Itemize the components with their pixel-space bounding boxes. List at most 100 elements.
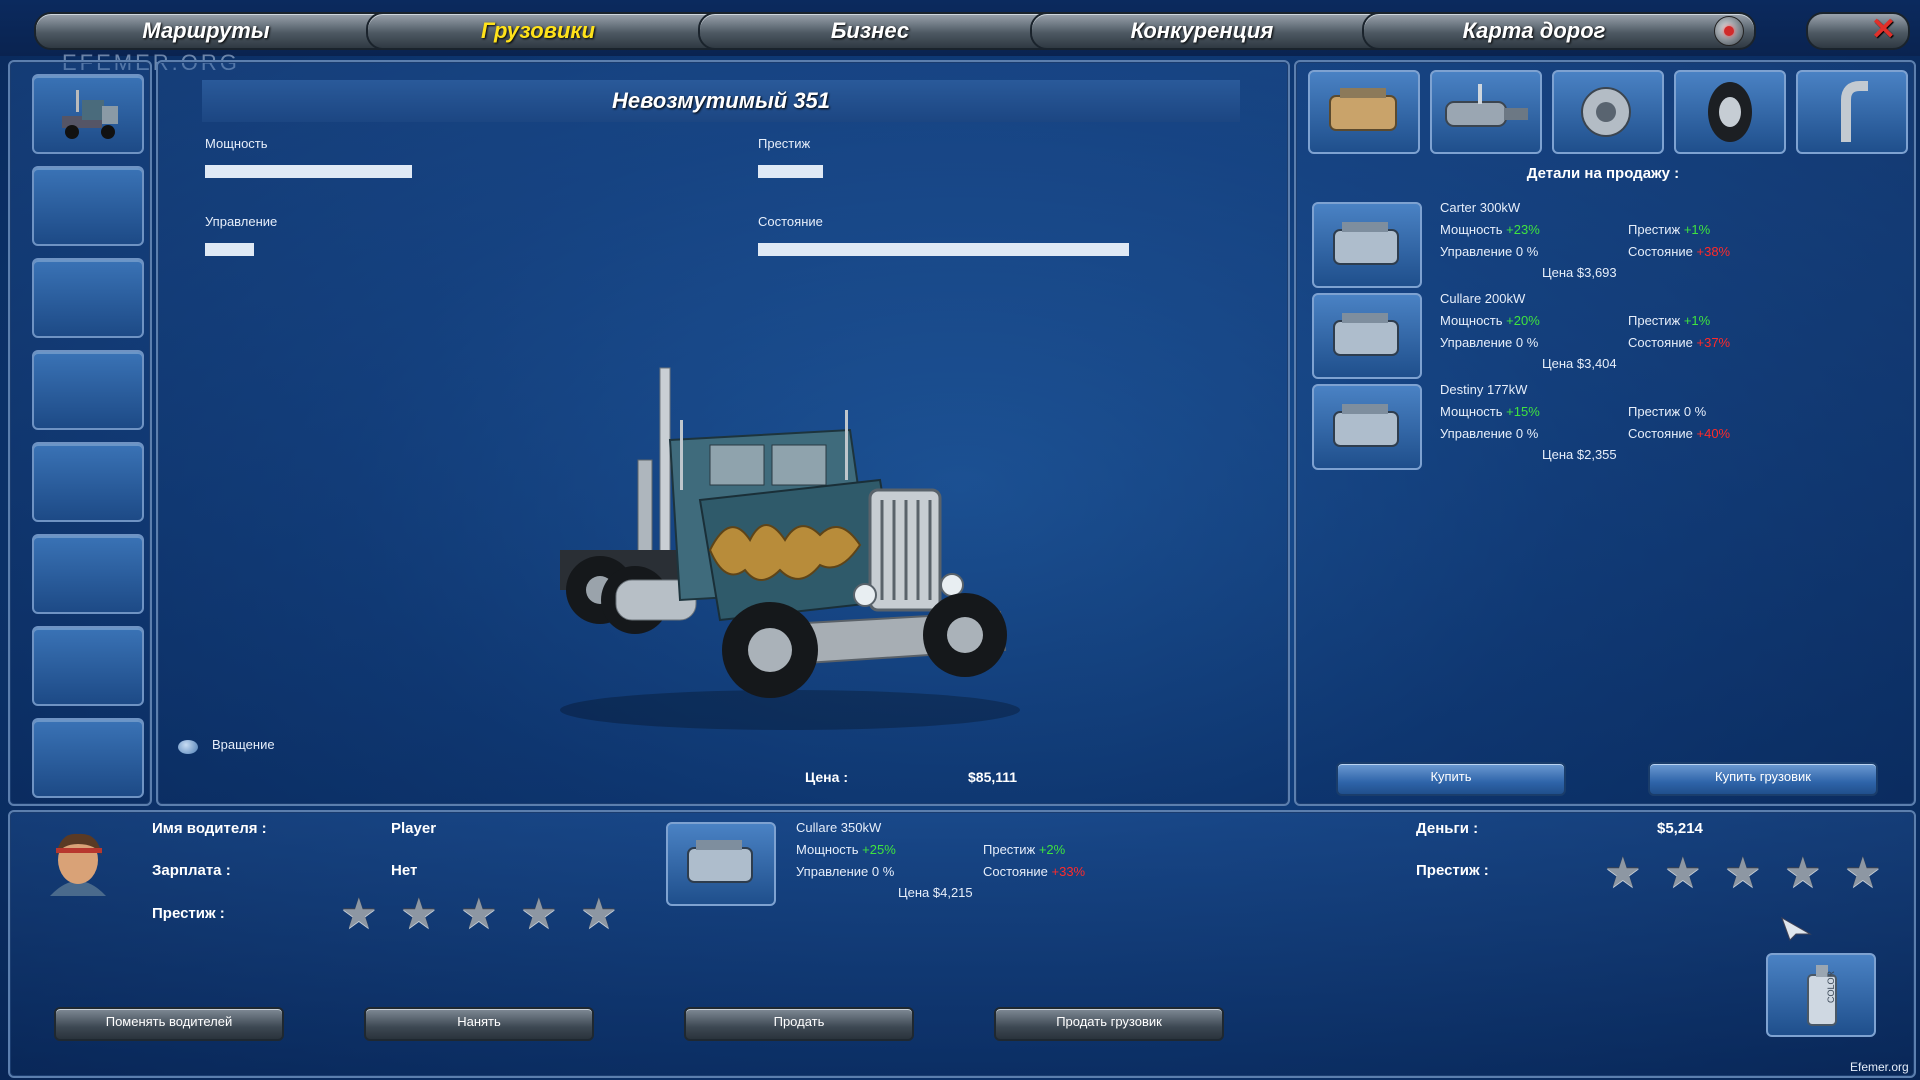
part-thumbnail-3[interactable] <box>1312 384 1422 470</box>
part-prestige: Престиж +1% <box>1628 313 1710 328</box>
tab-road-map[interactable]: Карта дорог <box>1362 12 1756 50</box>
money-label: Деньги : <box>1416 820 1479 837</box>
stat-bar-condition <box>758 243 1129 256</box>
engine-icon <box>1333 404 1399 447</box>
star-icon: ★ <box>460 890 498 937</box>
installed-part-condition: Состояние +33% <box>983 864 1085 879</box>
garage-slot-8[interactable] <box>32 718 144 798</box>
stat-bar-prestige <box>758 165 823 178</box>
garage-slot-1[interactable] <box>32 74 144 154</box>
category-engine[interactable] <box>1308 70 1420 154</box>
category-tires[interactable] <box>1674 70 1786 154</box>
part-prestige-value: 0 % <box>1683 404 1707 419</box>
part-control-label: Управление <box>1440 244 1513 259</box>
transmission-icon <box>1445 84 1528 127</box>
close-icon: ✕ <box>1870 13 1896 46</box>
sell-truck-button[interactable]: Продать грузовик <box>994 1007 1224 1041</box>
part-control-value: 0 % <box>1515 335 1539 350</box>
garage-slot-4[interactable] <box>32 350 144 430</box>
part-power: Мощность +23% <box>1440 222 1540 237</box>
stat-label-condition: Состояние <box>758 214 823 229</box>
part-power-label: Мощность <box>1440 404 1503 419</box>
change-drivers-button[interactable]: Поменять водителей <box>54 1007 284 1041</box>
company-prestige-label: Престиж : <box>1416 862 1489 879</box>
sell-button[interactable]: Продать <box>684 1007 914 1041</box>
installed-prestige-value: +2% <box>1038 842 1066 857</box>
installed-power-value: +25% <box>862 842 896 857</box>
part-thumbnail-2[interactable] <box>1312 293 1422 379</box>
paint-truck-button[interactable]: COLOR <box>1766 953 1876 1037</box>
tab-trucks-label: Грузовики <box>480 18 596 43</box>
driver-salary-label: Зарплата : <box>152 862 231 879</box>
garage-slot-3[interactable] <box>32 258 144 338</box>
part-control-value: 0 % <box>1515 426 1539 441</box>
part-prestige-label: Престиж <box>1628 222 1681 237</box>
driver-name-label: Имя водителя : <box>152 820 267 837</box>
truck-thumbnail-icon <box>62 90 118 139</box>
category-transmission[interactable] <box>1430 70 1542 154</box>
truck-title-bar: Невозмутимый 351 <box>202 80 1240 122</box>
parts-heading: Детали на продажу : <box>1526 165 1680 182</box>
part-prestige: Престиж +1% <box>1628 222 1710 237</box>
garage-slot-6[interactable] <box>32 534 144 614</box>
garage-slot-7[interactable] <box>32 626 144 706</box>
part-price: Цена $3,404 <box>1542 356 1617 371</box>
close-button[interactable]: ✕ <box>1806 12 1910 50</box>
star-icon: ★ <box>520 890 558 937</box>
star-icon: ★ <box>400 890 438 937</box>
stat-label-prestige: Престиж <box>758 136 811 151</box>
installed-part-name: Cullare 350kW <box>796 820 882 835</box>
part-condition-label: Состояние <box>1628 244 1693 259</box>
tab-business-label: Бизнес <box>830 18 910 43</box>
cursor-arrow-icon <box>1781 916 1812 941</box>
tab-competition-label: Конкуренция <box>1130 18 1274 43</box>
part-control-label: Управление <box>1440 426 1513 441</box>
category-exhaust[interactable] <box>1796 70 1908 154</box>
part-name: Carter 300kW <box>1440 200 1521 215</box>
part-name: Cullare 200kW <box>1440 291 1526 306</box>
part-price: Цена $3,693 <box>1542 265 1617 280</box>
driver-avatar[interactable] <box>30 826 126 898</box>
category-turbo[interactable] <box>1552 70 1664 154</box>
part-control-value: 0 % <box>1515 244 1539 259</box>
top-navigation: Маршруты Грузовики Бизнес Конкуренция Ка… <box>0 0 1920 56</box>
part-control-label: Управление <box>1440 335 1513 350</box>
buy-truck-button[interactable]: Купить грузовик <box>1648 762 1878 796</box>
buy-part-button[interactable]: Купить <box>1336 762 1566 796</box>
part-condition-label: Состояние <box>1628 335 1693 350</box>
part-power-value: +23% <box>1506 222 1540 237</box>
installed-control-value: 0 % <box>871 864 895 879</box>
part-power-label: Мощность <box>1440 222 1503 237</box>
stat-bar-control <box>205 243 254 256</box>
garage-slot-5[interactable] <box>32 442 144 522</box>
installed-condition-value: +33% <box>1051 864 1086 879</box>
engine-icon <box>1329 88 1397 131</box>
installed-part-thumbnail[interactable] <box>666 822 776 906</box>
part-name: Destiny 177kW <box>1440 382 1528 397</box>
part-condition: Состояние +37% <box>1628 335 1730 350</box>
turbo-icon <box>1581 87 1631 137</box>
installed-part-prestige: Престиж +2% <box>983 842 1065 857</box>
part-power-label: Мощность <box>1440 313 1503 328</box>
tab-road-map-indicator-icon <box>1714 16 1744 46</box>
part-power: Мощность +15% <box>1440 404 1540 419</box>
rotation-toggle-icon[interactable] <box>178 740 198 754</box>
part-condition-label: Состояние <box>1628 426 1693 441</box>
exhaust-icon <box>1841 81 1868 142</box>
part-prestige-value: +1% <box>1683 313 1711 328</box>
stat-label-control: Управление <box>205 214 278 229</box>
footer-watermark: Efemer.org <box>1850 1060 1909 1074</box>
star-icon: ★ <box>340 890 378 937</box>
part-thumbnail-1[interactable] <box>1312 202 1422 288</box>
tab-road-map-label: Карта дорог <box>1462 18 1606 43</box>
garage-slots-panel <box>8 60 152 806</box>
paint-can-label: COLOR <box>1826 970 1836 1003</box>
garage-slot-2[interactable] <box>32 166 144 246</box>
tab-routes-label: Маршруты <box>142 18 270 43</box>
part-control: Управление 0 % <box>1440 426 1538 441</box>
truck-3d-view[interactable] <box>520 350 1040 750</box>
star-icon: ★ <box>1604 849 1642 896</box>
truck-name: Невозмутимый 351 <box>611 88 831 113</box>
hire-button[interactable]: Нанять <box>364 1007 594 1041</box>
installed-prestige-label: Престиж <box>983 842 1036 857</box>
